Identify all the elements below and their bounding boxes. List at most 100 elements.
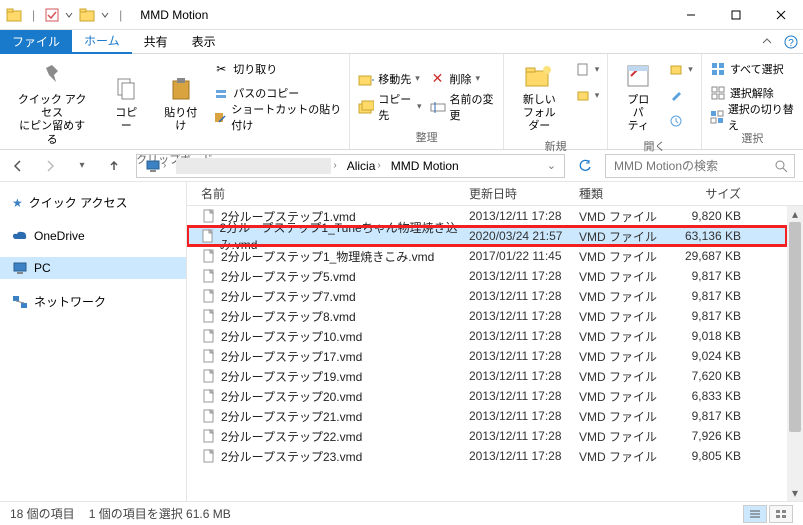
file-row[interactable]: 2分ループステップ21.vmd2013/12/11 17:28VMD ファイル9… [187, 406, 787, 426]
maximize-button[interactable] [713, 0, 758, 30]
deselect-icon [710, 85, 726, 101]
invert-selection-button[interactable]: 選択の切り替え [710, 106, 795, 128]
crumb-alicia[interactable]: Alicia› [343, 159, 385, 173]
file-date: 2020/03/24 21:57 [469, 229, 579, 243]
network-icon [12, 295, 28, 309]
dropdown-icon: ▾ [476, 73, 481, 84]
new-folder-button[interactable]: 新しい フォルダー [512, 58, 567, 136]
header-date[interactable]: 更新日時 [469, 185, 579, 202]
sidebar-onedrive[interactable]: OneDrive [0, 225, 186, 247]
minimize-button[interactable] [668, 0, 713, 30]
copy-to-button[interactable]: コピー先▾ [358, 96, 421, 118]
file-pane: 名前 更新日時 種類 サイズ 2分ループステップ1.vmd2013/12/11 … [187, 182, 803, 501]
copy-button[interactable]: コピー [104, 58, 148, 149]
edit-button[interactable] [668, 84, 693, 106]
tab-view[interactable]: 表示 [180, 30, 228, 54]
details-view-button[interactable] [743, 505, 767, 523]
edit-icon [668, 87, 684, 103]
sidebar-quick-access[interactable]: ★クイック アクセス [0, 190, 186, 215]
file-row[interactable]: 2分ループステップ1_物理焼きこみ.vmd2017/01/22 11:45VMD… [187, 246, 787, 266]
file-size: 7,620 KB [673, 369, 763, 383]
ribbon-tabs: ファイル ホーム 共有 表示 ? [0, 30, 803, 54]
file-date: 2013/12/11 17:28 [469, 309, 579, 323]
new-item-button[interactable]: ▾ [575, 58, 600, 80]
sidebar-pc[interactable]: PC [0, 257, 186, 279]
file-name: 2分ループステップ20.vmd [221, 388, 362, 405]
file-type: VMD ファイル [579, 308, 673, 325]
file-row[interactable]: 2分ループステップ20.vmd2013/12/11 17:28VMD ファイル6… [187, 386, 787, 406]
history-button[interactable] [668, 110, 693, 132]
file-date: 2013/12/11 17:28 [469, 449, 579, 463]
tab-home[interactable]: ホーム [72, 30, 132, 54]
paste-icon [165, 73, 197, 105]
file-type: VMD ファイル [579, 268, 673, 285]
pc-icon [12, 261, 28, 275]
close-button[interactable] [758, 0, 803, 30]
paste-shortcut-button[interactable]: ショートカットの貼り付け [213, 106, 341, 128]
delete-button[interactable]: ✕削除▾ [430, 68, 495, 90]
vertical-scrollbar[interactable]: ▴ ▾ [787, 206, 803, 501]
cut-button[interactable]: ✂切り取り [213, 58, 341, 80]
up-button[interactable] [104, 158, 124, 174]
recent-dropdown[interactable]: ▾ [72, 160, 92, 171]
header-type[interactable]: 種類 [579, 185, 673, 202]
delete-icon: ✕ [430, 71, 446, 87]
paste-button[interactable]: 貼り付け [156, 58, 205, 149]
open-button[interactable]: ▾ [668, 58, 693, 80]
file-name: 2分ループステップ5.vmd [221, 268, 356, 285]
tab-share[interactable]: 共有 [132, 30, 180, 54]
status-selection: 1 個の項目を選択 61.6 MB [89, 505, 231, 522]
search-box[interactable] [605, 154, 795, 178]
qat-checkbox-icon[interactable] [45, 8, 59, 22]
redacted-crumb[interactable]: › [172, 158, 340, 174]
search-input[interactable] [612, 158, 774, 174]
back-button[interactable] [8, 158, 28, 174]
ribbon: クイック アクセス にピン留めする コピー 貼り付け ✂切り取り パスのコピー … [0, 54, 803, 150]
easy-access-button[interactable]: ▾ [575, 84, 600, 106]
file-size: 9,024 KB [673, 349, 763, 363]
select-all-icon [710, 61, 726, 77]
refresh-button[interactable] [577, 159, 593, 173]
tab-file[interactable]: ファイル [0, 30, 72, 54]
file-row[interactable]: 2分ループステップ10.vmd2013/12/11 17:28VMD ファイル9… [187, 326, 787, 346]
crumb-mmd-motion[interactable]: MMD Motion [387, 159, 463, 173]
file-icon [201, 348, 217, 364]
file-row[interactable]: 2分ループステップ23.vmd2013/12/11 17:28VMD ファイル9… [187, 446, 787, 466]
file-icon [201, 228, 215, 244]
sidebar-network[interactable]: ネットワーク [0, 289, 186, 314]
file-size: 9,817 KB [673, 289, 763, 303]
scroll-thumb[interactable] [789, 222, 801, 432]
breadcrumb[interactable]: › › Alicia› MMD Motion ⌄ [136, 154, 565, 178]
file-row[interactable]: 2分ループステップ7.vmd2013/12/11 17:28VMD ファイル9,… [187, 286, 787, 306]
scroll-down-icon[interactable]: ▾ [787, 485, 803, 501]
collapse-ribbon-icon[interactable] [755, 30, 779, 54]
shortcut-icon [213, 109, 227, 125]
header-size[interactable]: サイズ [673, 185, 763, 202]
file-icon [201, 328, 217, 344]
new-folder-icon [523, 60, 555, 92]
file-size: 9,018 KB [673, 329, 763, 343]
pc-crumb-icon[interactable]: › [141, 159, 170, 173]
pin-quick-access-button[interactable]: クイック アクセス にピン留めする [8, 58, 96, 149]
properties-button[interactable]: プロパ ティ [616, 58, 660, 136]
help-icon[interactable]: ? [779, 30, 803, 54]
large-icons-view-button[interactable] [769, 505, 793, 523]
file-row[interactable]: 2分ループステップ22.vmd2013/12/11 17:28VMD ファイル7… [187, 426, 787, 446]
move-to-button[interactable]: 移動先▾ [358, 68, 421, 90]
file-row[interactable]: 2分ループステップ8.vmd2013/12/11 17:28VMD ファイル9,… [187, 306, 787, 326]
file-date: 2013/12/11 17:28 [469, 289, 579, 303]
forward-button[interactable] [40, 158, 60, 174]
rename-button[interactable]: 名前の変更 [430, 96, 495, 118]
file-row[interactable]: 2分ループステップ1_Tuneちゃん物理焼き込み.vmd2020/03/24 2… [187, 226, 787, 246]
breadcrumb-dropdown[interactable]: ⌄ [543, 159, 560, 172]
scroll-up-icon[interactable]: ▴ [787, 206, 803, 222]
file-size: 9,817 KB [673, 269, 763, 283]
file-row[interactable]: 2分ループステップ5.vmd2013/12/11 17:28VMD ファイル9,… [187, 266, 787, 286]
file-row[interactable]: 2分ループステップ17.vmd2013/12/11 17:28VMD ファイル9… [187, 346, 787, 366]
file-row[interactable]: 2分ループステップ19.vmd2013/12/11 17:28VMD ファイル7… [187, 366, 787, 386]
qat-dropdown-icon-2[interactable] [101, 11, 109, 19]
select-all-button[interactable]: すべて選択 [710, 58, 795, 80]
qat-dropdown-icon[interactable] [65, 11, 73, 19]
header-name[interactable]: 名前 [187, 185, 469, 202]
new-item-icon [575, 61, 591, 77]
